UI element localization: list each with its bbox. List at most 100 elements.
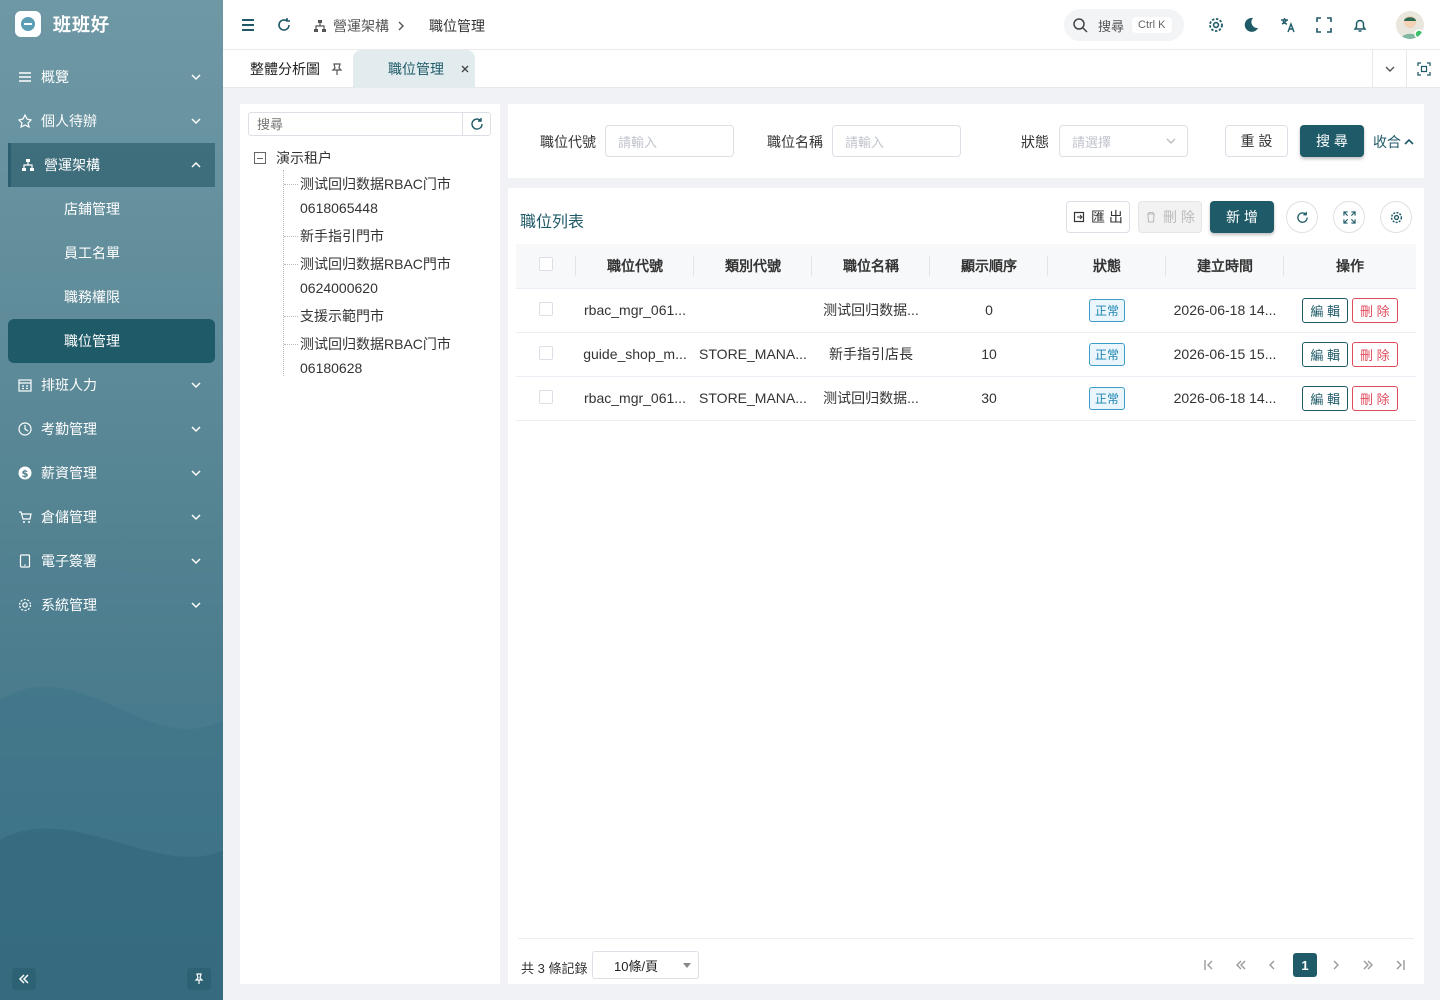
- delete-button[interactable]: 刪 除: [1352, 385, 1398, 411]
- add-position-button[interactable]: 新 增: [1210, 201, 1274, 233]
- prev-page-button[interactable]: [1263, 956, 1281, 974]
- edit-button[interactable]: 編 輯: [1302, 297, 1348, 323]
- export-label: 匯 出: [1091, 209, 1123, 225]
- tree-node-store[interactable]: 测试回归数据RBAC門市 0624000620: [300, 252, 451, 300]
- reset-button[interactable]: 重 設: [1225, 125, 1288, 157]
- position-code-input[interactable]: 請輸入: [605, 125, 734, 157]
- settings-icon[interactable]: [1207, 16, 1225, 34]
- sidebar-item-label: 排班人力: [41, 377, 97, 393]
- breadcrumb-item[interactable]: 營運架構: [333, 16, 389, 36]
- tree-node-store[interactable]: 支援示範門市: [300, 304, 384, 328]
- row-checkbox[interactable]: [539, 345, 553, 360]
- dark-mode-icon[interactable]: [1242, 16, 1260, 34]
- status-badge: 正常: [1088, 298, 1125, 322]
- column-header-created[interactable]: 建立時間: [1166, 244, 1284, 289]
- sidebar-item-org[interactable]: 營運架構: [8, 143, 215, 187]
- sidebar-item-payroll[interactable]: $ 薪資管理: [0, 451, 223, 495]
- tree-node-store[interactable]: 测试回归数据RBAC门市 0618065448: [300, 172, 451, 220]
- gear-icon: [1390, 211, 1402, 223]
- menu-toggle-icon[interactable]: [239, 16, 257, 34]
- fullscreen-icon[interactable]: [1315, 16, 1333, 34]
- cell-created: 2026-06-18 14...: [1166, 376, 1284, 421]
- current-page-button[interactable]: 1: [1293, 953, 1317, 977]
- status-select[interactable]: 請選擇: [1059, 125, 1188, 157]
- sidebar-item-attendance[interactable]: 考勤管理: [0, 407, 223, 451]
- export-button[interactable]: 匯 出: [1066, 201, 1130, 233]
- jump-forward-button[interactable]: [1359, 956, 1377, 974]
- column-settings-button[interactable]: [1380, 201, 1412, 233]
- first-page-button[interactable]: [1200, 956, 1218, 974]
- column-header-code[interactable]: 職位代號: [576, 244, 694, 289]
- translate-icon[interactable]: [1279, 16, 1297, 34]
- tab-bar: 整體分析圖 職位管理: [223, 50, 1440, 88]
- tree-node-label: 支援示範門市: [300, 308, 384, 324]
- row-checkbox[interactable]: [539, 389, 553, 404]
- column-header-category[interactable]: 類別代號: [694, 244, 812, 289]
- sidebar-item-label: 營運架構: [44, 157, 100, 173]
- table-fullscreen-button[interactable]: [1333, 201, 1365, 233]
- cell-actions: 編 輯刪 除: [1284, 376, 1416, 421]
- column-header-actions: 操作: [1284, 244, 1416, 289]
- bell-icon[interactable]: [1351, 16, 1369, 34]
- last-page-button[interactable]: [1391, 956, 1409, 974]
- select-all-checkbox[interactable]: [539, 257, 553, 272]
- delete-button[interactable]: 刪 除: [1352, 341, 1398, 367]
- page-size-select[interactable]: 10條/頁: [592, 951, 699, 979]
- sidebar-subitem-staff[interactable]: 員工名單: [0, 231, 223, 275]
- tree-root-node[interactable]: 演示租户: [254, 148, 332, 168]
- tab-maximize-button[interactable]: [1406, 50, 1440, 88]
- tab-overall-analysis[interactable]: 整體分析圖: [250, 50, 344, 88]
- refresh-icon[interactable]: [275, 16, 293, 34]
- delete-button[interactable]: 刪 除: [1352, 297, 1398, 323]
- column-header-name[interactable]: 職位名稱: [812, 244, 930, 289]
- tree-refresh-button[interactable]: [462, 113, 490, 135]
- tree-node-store[interactable]: 新手指引門市: [300, 224, 384, 248]
- global-search[interactable]: 搜尋 Ctrl K: [1064, 9, 1184, 41]
- avatar-image: [1401, 16, 1424, 39]
- collapse-sidebar-button[interactable]: [12, 968, 36, 990]
- sidebar-item-label: 倉儲管理: [41, 509, 97, 525]
- sidebar-subitem-stores[interactable]: 店鋪管理: [0, 187, 223, 231]
- row-checkbox[interactable]: [539, 301, 553, 316]
- bulk-delete-button[interactable]: 刪 除: [1138, 201, 1202, 233]
- column-header-status[interactable]: 狀態: [1048, 244, 1166, 289]
- reload-table-button[interactable]: [1286, 201, 1318, 233]
- pin-icon[interactable]: [330, 62, 344, 76]
- user-avatar[interactable]: [1396, 11, 1424, 39]
- status-badge: 正常: [1088, 342, 1125, 366]
- tab-dropdown-button[interactable]: [1372, 50, 1406, 88]
- chevron-down-icon: [1385, 66, 1394, 72]
- collapse-filter-link[interactable]: 收合: [1373, 132, 1414, 152]
- bulk-delete-label: 刪 除: [1163, 209, 1195, 225]
- list-title: 職位列表: [520, 214, 585, 231]
- sidebar-item-esign[interactable]: 電子簽署: [0, 539, 223, 583]
- next-page-button[interactable]: [1327, 956, 1345, 974]
- sidebar-subitem-positions[interactable]: 職位管理: [8, 319, 215, 363]
- tree-node-store[interactable]: 测试回归数据RBAC门市 06180628: [300, 332, 451, 380]
- app-logo[interactable]: 班班好: [15, 11, 110, 37]
- org-icon: [20, 157, 36, 173]
- close-icon[interactable]: [460, 64, 470, 74]
- jump-back-button[interactable]: [1232, 956, 1250, 974]
- edit-button[interactable]: 編 輯: [1302, 385, 1348, 411]
- edit-button[interactable]: 編 輯: [1302, 341, 1348, 367]
- filter-panel: 職位代號 請輸入 職位名稱 請輸入 狀態 請選擇 重 設 搜 尋 收合: [508, 104, 1424, 178]
- sidebar-item-schedule[interactable]: 排班人力: [0, 363, 223, 407]
- cell-actions: 編 輯刪 除: [1284, 288, 1416, 333]
- tree-search-input[interactable]: [249, 113, 461, 135]
- sidebar-item-warehouse[interactable]: 倉儲管理: [0, 495, 223, 539]
- sidebar-item-todo[interactable]: 個人待辦: [0, 99, 223, 143]
- pin-sidebar-button[interactable]: [187, 968, 211, 990]
- sidebar-item-system[interactable]: 系統管理: [0, 583, 223, 627]
- collapse-node-icon[interactable]: [254, 152, 266, 164]
- position-name-input[interactable]: 請輸入: [832, 125, 961, 157]
- top-bar: 營運架構 職位管理 搜尋 Ctrl K: [223, 0, 1440, 50]
- tab-position-management[interactable]: 職位管理: [353, 50, 475, 88]
- chevron-down-icon: [1166, 138, 1176, 144]
- column-header-order[interactable]: 顯示順序: [930, 244, 1048, 289]
- search-button[interactable]: 搜 尋: [1300, 125, 1364, 157]
- search-label: 搜尋: [1098, 18, 1125, 34]
- sidebar-item-overview[interactable]: 概覽: [0, 55, 223, 99]
- sidebar-subitem-permissions[interactable]: 職務權限: [0, 275, 223, 319]
- tab-label: 職位管理: [388, 61, 444, 77]
